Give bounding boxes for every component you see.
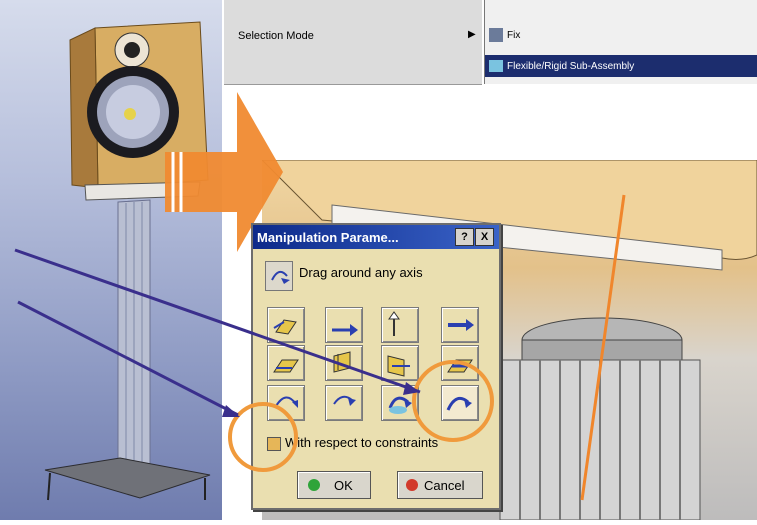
pointer-arrows <box>14 248 421 417</box>
